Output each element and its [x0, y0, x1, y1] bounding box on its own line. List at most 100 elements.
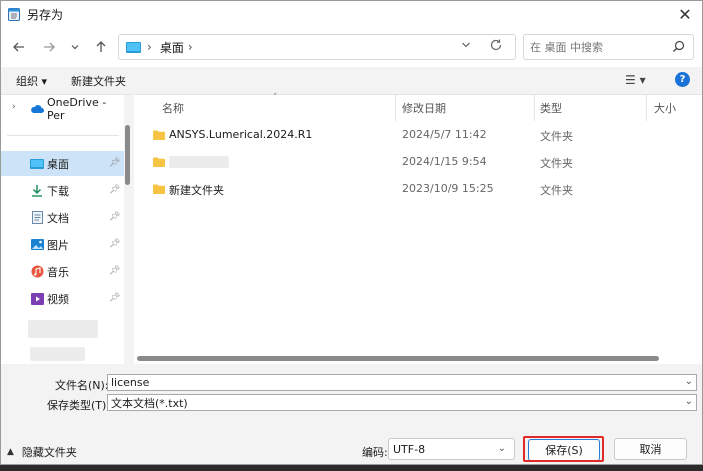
help-icon: ?	[679, 74, 686, 85]
sidebar-item-documents[interactable]: 文档 📌︎	[1, 205, 124, 230]
close-button[interactable]: ✕	[668, 1, 702, 27]
background-window-strip	[0, 465, 703, 471]
file-name: ANSYS.Lumerical.2024.R1	[169, 128, 313, 141]
column-divider[interactable]	[395, 95, 396, 121]
sidebar-item-music[interactable]: 音乐 📌︎	[1, 259, 124, 284]
filename-field[interactable]: license ⌄	[107, 374, 697, 391]
column-header-name[interactable]: 名称	[162, 95, 184, 121]
column-header-type[interactable]: 类型	[540, 95, 562, 121]
sidebar-item-onedrive[interactable]: › OneDrive - Per	[1, 95, 124, 122]
expand-chevron-icon[interactable]: ›	[12, 102, 16, 112]
save-button-highlight	[523, 436, 604, 462]
address-bar[interactable]: › 桌面 ›	[118, 34, 516, 60]
file-row[interactable]: ANSYS.Lumerical.2024.R1 2024/5/7 11:42 文…	[134, 122, 694, 148]
window-title: 另存为	[27, 7, 64, 22]
view-options-button[interactable]: ☰ ▾	[625, 73, 646, 87]
breadcrumb-separator: ›	[147, 40, 152, 54]
divider	[7, 135, 119, 136]
sidebar-item-label: 图片	[47, 238, 69, 252]
horizontal-scrollbar-thumb[interactable]	[137, 356, 659, 361]
filetype-value: 文本文档(*.txt)	[111, 396, 188, 410]
filename-label: 文件名(N):	[55, 379, 109, 392]
navigation-bar: › 桌面 ›	[1, 27, 702, 67]
encoding-select[interactable]: UTF-8 ⌄	[388, 438, 515, 460]
documents-icon	[30, 211, 44, 225]
sidebar-item-downloads[interactable]: 下载 📌︎	[1, 178, 124, 203]
file-list: ˄ 名称 修改日期 类型 大小 ANSYS.Lumerical.2024.R1 …	[134, 93, 702, 364]
redacted-item	[30, 347, 85, 361]
address-history-dropdown[interactable]	[461, 40, 471, 53]
sidebar-item-pictures[interactable]: 图片 📌︎	[1, 232, 124, 257]
download-icon	[30, 184, 44, 198]
filename-value[interactable]: license	[111, 376, 149, 389]
search-icon	[673, 40, 685, 52]
back-button[interactable]	[9, 37, 29, 57]
sidebar-item-desktop[interactable]: 桌面 📌︎	[1, 151, 124, 176]
sort-ascending-icon: ˄	[273, 93, 278, 103]
file-type: 文件夹	[540, 157, 573, 170]
caret-up-icon: ▲	[7, 447, 14, 457]
file-row[interactable]: 2024/1/15 9:54 文件夹	[134, 149, 694, 175]
navigation-pane: › OneDrive - Per 桌面 📌︎ 下载 📌︎ 文档 📌︎ 图片 📌︎…	[1, 94, 132, 365]
refresh-button[interactable]	[489, 38, 503, 56]
sidebar-item-label: OneDrive - Per	[47, 95, 107, 122]
column-divider[interactable]	[534, 95, 535, 121]
recent-locations-button[interactable]	[65, 37, 85, 57]
close-icon: ✕	[678, 4, 692, 24]
chevron-down-icon	[462, 42, 470, 48]
pin-icon: 📌︎	[109, 293, 121, 303]
refresh-icon	[490, 39, 502, 51]
command-bar: 组织 ▾ 新建文件夹 ☰ ▾ ?	[1, 67, 702, 94]
pictures-icon	[30, 238, 44, 252]
organize-button[interactable]: 组织 ▾	[16, 73, 47, 89]
sidebar-item-videos[interactable]: 视频 📌︎	[1, 286, 124, 311]
search-box	[523, 34, 694, 60]
file-modified: 2023/10/9 15:25	[402, 182, 494, 195]
folder-icon	[153, 184, 165, 194]
hide-folders-toggle[interactable]: ▲ 隐藏文件夹	[7, 444, 77, 460]
desktop-icon	[30, 157, 44, 171]
pin-icon: 📌︎	[109, 185, 121, 195]
sidebar-item-label: 桌面	[47, 157, 69, 171]
breadcrumb-location[interactable]: 桌面	[160, 39, 184, 56]
breadcrumb-chevron[interactable]: ›	[188, 40, 193, 54]
encoding-value: UTF-8	[393, 442, 426, 456]
sidebar-item-label: 音乐	[47, 265, 69, 279]
chevron-down-icon	[71, 45, 79, 50]
desktop-icon	[126, 41, 141, 53]
title-bar: 另存为 ✕	[1, 1, 702, 27]
file-name: 新建文件夹	[169, 184, 224, 197]
pin-icon: 📌︎	[109, 212, 121, 222]
cancel-button[interactable]: 取消	[614, 438, 687, 460]
chevron-down-icon: ⌄	[497, 443, 506, 454]
cancel-button-label: 取消	[639, 443, 662, 456]
forward-button[interactable]	[39, 37, 59, 57]
pin-icon: 📌︎	[109, 239, 121, 249]
notepad-icon	[8, 8, 20, 21]
chevron-down-icon[interactable]: ⌄	[685, 376, 693, 387]
folder-icon	[153, 130, 165, 140]
chevron-down-icon[interactable]: ⌄	[685, 396, 693, 407]
file-row[interactable]: 新建文件夹 2023/10/9 15:25 文件夹	[134, 176, 694, 202]
sidebar-scrollbar[interactable]	[124, 95, 132, 365]
column-header-size[interactable]: 大小	[654, 95, 676, 121]
filetype-select[interactable]: 文本文档(*.txt) ⌄	[107, 394, 697, 411]
new-folder-button[interactable]: 新建文件夹	[71, 73, 126, 89]
column-divider[interactable]	[646, 95, 647, 121]
help-button[interactable]: ?	[675, 72, 690, 87]
scrollbar-thumb[interactable]	[125, 125, 130, 185]
redacted-item	[28, 320, 98, 338]
folder-icon	[153, 157, 165, 167]
up-button[interactable]	[91, 37, 111, 57]
hide-folders-label: 隐藏文件夹	[21, 446, 77, 459]
arrow-right-icon	[44, 42, 55, 52]
search-input[interactable]	[530, 40, 670, 54]
save-as-dialog: 另存为 ✕ › 桌面 › 在 桌面 中搜索 组织 ▾ 新建文件夹 ☰ ▾ ? ›…	[0, 0, 703, 465]
pin-icon: 📌︎	[109, 158, 121, 168]
file-modified: 2024/1/15 9:54	[402, 155, 487, 168]
arrow-left-icon	[13, 42, 24, 52]
column-header-modified[interactable]: 修改日期	[402, 95, 446, 121]
onedrive-icon	[30, 102, 44, 116]
sidebar-item-label: 下载	[47, 184, 69, 198]
sidebar-item-label: 文档	[47, 211, 69, 225]
